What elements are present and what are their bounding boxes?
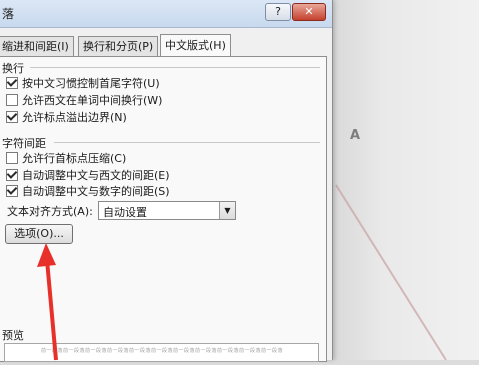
dialog-title: 落	[2, 7, 15, 21]
close-button[interactable]: ✕	[292, 3, 326, 21]
checkbox-checked[interactable]	[6, 111, 18, 123]
option-western-word-wrap[interactable]: 允许西文在单词中间换行(W)	[6, 92, 162, 108]
line-break-divider	[30, 67, 320, 68]
option-label: 允许西文在单词中间换行(W)	[22, 94, 163, 107]
checkbox-unchecked[interactable]	[6, 94, 18, 106]
checkbox-checked[interactable]	[6, 77, 18, 89]
char-spacing-group-label: 字符间距	[2, 137, 46, 150]
option-label: 允许标点溢出边界(N)	[22, 111, 127, 124]
text-alignment-label: 文本对齐方式(A):	[7, 205, 93, 218]
text-alignment-select[interactable]: 自动设置 ▼	[98, 201, 236, 220]
text-alignment-value: 自动设置	[103, 206, 147, 219]
option-space-asian-latin[interactable]: 自动调整中文与西文的间距(E)	[6, 167, 170, 183]
char-spacing-divider	[54, 142, 320, 143]
option-chinese-rules[interactable]: 按中文习惯控制首尾字符(U)	[6, 75, 160, 91]
option-label: 自动调整中文与数字的间距(S)	[22, 185, 170, 198]
tab-indent-spacing[interactable]: 缩进和间距(I)	[0, 36, 74, 56]
background-glyph: A	[350, 128, 361, 143]
background-guide-line	[335, 184, 447, 361]
option-space-asian-numbers[interactable]: 自动调整中文与数字的间距(S)	[6, 183, 170, 199]
preview-sample-text: 前一段落前一段落前一段落前一段落前一段落前一段落前一段落前一段落前一段落前一段落…	[41, 348, 284, 354]
checkbox-checked[interactable]	[6, 169, 18, 181]
checkbox-unchecked[interactable]	[6, 152, 18, 164]
option-label: 按中文习惯控制首尾字符(U)	[22, 77, 160, 90]
annotation-arrow	[37, 243, 58, 361]
checkbox-checked[interactable]	[6, 185, 18, 197]
help-button[interactable]: ?	[265, 3, 291, 21]
tab-asian-typography[interactable]: 中文版式(H)	[160, 34, 231, 57]
tab-line-page-breaks[interactable]: 换行和分页(P)	[78, 36, 159, 56]
option-hanging-punctuation[interactable]: 允许标点溢出边界(N)	[6, 109, 127, 125]
option-label: 自动调整中文与西文的间距(E)	[22, 169, 170, 182]
line-break-group-label: 换行	[2, 62, 24, 75]
option-label: 允许行首标点压缩(C)	[22, 152, 127, 165]
chevron-down-icon[interactable]: ▼	[219, 202, 235, 219]
help-icon: ?	[275, 5, 281, 18]
dialog-titlebar: 落 ? ✕	[0, 0, 332, 28]
close-icon: ✕	[304, 5, 314, 18]
option-compress-punctuation[interactable]: 允许行首标点压缩(C)	[6, 150, 126, 166]
preview-label: 预览	[2, 329, 24, 342]
